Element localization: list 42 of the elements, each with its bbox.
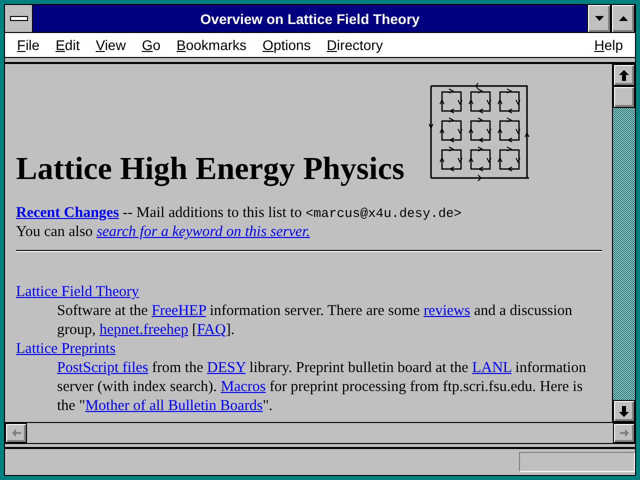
link[interactable]: Mother of all Bulletin Boards: [85, 398, 263, 414]
menu-item[interactable]: Go: [134, 37, 169, 53]
paragraph: PostScript files from the DESY library. Preprint bulletin board at the LANL information server (with index search). Macros for preprint processing from ftp.scri.fsu.edu. Here is the "Mother of all Bulletin Boards".: [57, 359, 588, 416]
minimize-button[interactable]: [587, 5, 611, 32]
link[interactable]: search for a keyword on this server.: [96, 224, 310, 240]
menu-item[interactable]: File: [9, 37, 48, 53]
system-menu-button[interactable]: [5, 5, 33, 32]
paragraph: Recent Changes -- Mail additions to this list to <marcus@x4u.desy.de>: [16, 204, 463, 223]
scroll-left-button[interactable]: [5, 423, 27, 443]
link[interactable]: Lattice Field Theory: [16, 284, 140, 300]
link[interactable]: Macros: [220, 379, 266, 395]
down-triangle-icon: [594, 16, 604, 21]
paragraph: Software at the FreeHEP information server. There are some reviews and a discussion group, hepnet.freehep [FAQ].: [57, 302, 574, 340]
menu-item[interactable]: Directory: [318, 37, 391, 53]
down-arrow-icon: [619, 406, 629, 416]
up-triangle-icon: [618, 16, 628, 21]
link[interactable]: FreeHEP: [152, 303, 206, 319]
link[interactable]: FAQ: [196, 322, 226, 338]
link[interactable]: Recent Changes: [16, 205, 119, 221]
window-title: Overview on Lattice Field Theory: [199, 10, 421, 29]
paragraph: You can also search for a keyword on this server.: [16, 223, 312, 242]
menu-item[interactable]: Help: [586, 37, 631, 53]
menu-item[interactable]: Options: [254, 37, 319, 53]
link[interactable]: PostScript files: [57, 360, 148, 376]
page-heading: Lattice High Energy Physics: [16, 150, 406, 186]
right-arrow-icon: [620, 429, 628, 437]
scroll-down-button[interactable]: [613, 400, 635, 422]
up-arrow-icon: [619, 70, 629, 80]
scroll-thumb[interactable]: [613, 86, 635, 108]
dash-icon: [10, 16, 28, 21]
menu-item[interactable]: Bookmarks: [168, 37, 255, 53]
scroll-up-button[interactable]: [613, 64, 635, 86]
menu-item[interactable]: View: [88, 37, 134, 53]
scroll-right-button[interactable]: [613, 423, 635, 443]
menu-item[interactable]: Edit: [48, 37, 88, 53]
link[interactable]: reviews: [424, 303, 470, 319]
link[interactable]: Lattice Preprints: [16, 341, 116, 357]
link[interactable]: DESY: [207, 360, 246, 376]
link[interactable]: hepnet.freehep: [100, 322, 188, 338]
maximize-button[interactable]: [611, 5, 635, 32]
link[interactable]: LANL: [472, 360, 512, 376]
left-arrow-icon: [12, 429, 20, 437]
